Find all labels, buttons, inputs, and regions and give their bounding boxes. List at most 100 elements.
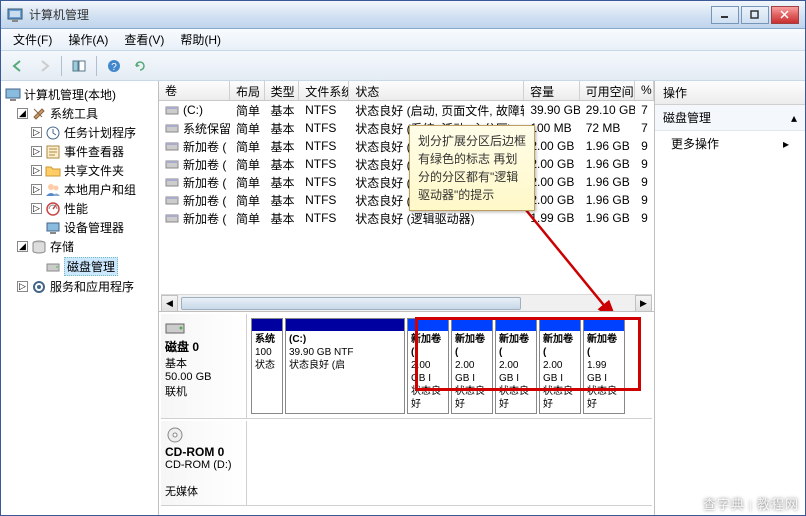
scroll-left-button[interactable]: ◀ [161, 295, 178, 311]
volume-row[interactable]: 新加卷 (简单基本NTFS状态良好 (逻辑驱动器)2.00 GB1.96 GB9 [159, 137, 654, 155]
expand-icon[interactable]: ▷ [17, 281, 28, 292]
actions-more[interactable]: 更多操作 ▸ [655, 131, 805, 156]
volume-icon [165, 103, 179, 117]
cdrom-status: 无媒体 [165, 486, 198, 498]
partition[interactable]: 新加卷 (2.00 GB I状态良好 [539, 318, 581, 414]
actions-group[interactable]: 磁盘管理 ▴ [655, 105, 805, 131]
disk-status: 联机 [165, 386, 187, 398]
toolbar: ? [1, 51, 805, 81]
expand-icon[interactable]: ▷ [31, 184, 42, 195]
svg-text:?: ? [111, 62, 117, 73]
partition-header [286, 319, 404, 331]
partition[interactable]: 新加卷 (2.00 GB I状态良好 [451, 318, 493, 414]
menubar: 文件(F) 操作(A) 查看(V) 帮助(H) [1, 29, 805, 51]
partition[interactable]: 新加卷 (2.00 GB I状态良好 [495, 318, 537, 414]
forward-button[interactable] [33, 55, 55, 77]
help-button[interactable]: ? [103, 55, 125, 77]
tree-local-users[interactable]: ▷ 本地用户和组 [3, 180, 156, 199]
volume-row[interactable]: (C:)简单基本NTFS状态良好 (启动, 页面文件, 故障转储, 主分区)39… [159, 101, 654, 119]
disk-icon [165, 320, 185, 336]
col-layout[interactable]: 布局 [230, 81, 265, 100]
volume-icon [165, 139, 179, 153]
services-icon [31, 279, 47, 295]
app-icon [7, 7, 23, 23]
disk-graphic-area: 磁盘 0 基本 50.00 GB 联机 系统100状态(C:)39.90 GB … [159, 311, 654, 515]
menu-help[interactable]: 帮助(H) [172, 29, 229, 50]
tree-device-manager[interactable]: 设备管理器 [3, 218, 156, 237]
watermark: 查字典 | 教程网 [703, 494, 799, 513]
disk-0-block: 磁盘 0 基本 50.00 GB 联机 系统100状态(C:)39.90 GB … [161, 314, 652, 419]
volume-row[interactable]: 系统保留简单基本NTFS状态良好 (系统, 活动, 主分区)100 MB72 M… [159, 119, 654, 137]
back-button[interactable] [7, 55, 29, 77]
tree-performance[interactable]: ▷ 性能 [3, 199, 156, 218]
volume-icon [165, 157, 179, 171]
tree-disk-management[interactable]: 磁盘管理 [3, 256, 156, 277]
col-capacity[interactable]: 容量 [524, 81, 579, 100]
tree-shared-folders[interactable]: ▷ 共享文件夹 [3, 161, 156, 180]
disk-type: 基本 [165, 358, 187, 370]
partition[interactable]: (C:)39.90 GB NTF状态良好 (启 [285, 318, 405, 414]
tree-panel: 计算机管理(本地) ◢ 系统工具 ▷ 任务计划程序 ▷ 事件查看器 ▷ 共享文件… [1, 81, 159, 515]
scroll-thumb[interactable] [181, 297, 521, 310]
col-type[interactable]: 类型 [265, 81, 300, 100]
folder-icon [45, 163, 61, 179]
disk-0-header[interactable]: 磁盘 0 基本 50.00 GB 联机 [161, 314, 247, 418]
cdrom-icon [165, 427, 185, 443]
close-button[interactable] [771, 6, 799, 24]
partition[interactable]: 系统100状态 [251, 318, 283, 414]
partition-header [452, 319, 492, 331]
volume-row[interactable]: 新加卷 (简单基本NTFS状态良好 (逻辑驱动器)2.00 GB1.96 GB9 [159, 173, 654, 191]
computer-icon [5, 87, 21, 103]
tree-storage[interactable]: ◢ 存储 [3, 237, 156, 256]
partition-header [540, 319, 580, 331]
col-filesystem[interactable]: 文件系统 [299, 81, 349, 100]
tree-event-viewer[interactable]: ▷ 事件查看器 [3, 142, 156, 161]
partition-header [252, 319, 282, 331]
partition[interactable]: 新加卷 (2.00 GB I状态良好 [407, 318, 449, 414]
show-hide-button[interactable] [68, 55, 90, 77]
menu-action[interactable]: 操作(A) [60, 29, 116, 50]
disk-0-partitions: 系统100状态(C:)39.90 GB NTF状态良好 (启新加卷 (2.00 … [247, 314, 652, 418]
minimize-button[interactable] [711, 6, 739, 24]
col-volume[interactable]: 卷 [159, 81, 230, 100]
performance-icon [45, 201, 61, 217]
users-icon [45, 182, 61, 198]
content-area: 计算机管理(本地) ◢ 系统工具 ▷ 任务计划程序 ▷ 事件查看器 ▷ 共享文件… [1, 81, 805, 515]
titlebar: 计算机管理 [1, 1, 805, 29]
volume-icon [165, 175, 179, 189]
cdrom-partitions [247, 421, 652, 505]
expand-icon[interactable]: ▷ [31, 203, 42, 214]
device-icon [45, 220, 61, 236]
main-panel: 卷 布局 类型 文件系统 状态 容量 可用空间 % (C:)简单基本NTFS状态… [159, 81, 655, 515]
disk-label: 磁盘 0 [165, 340, 199, 354]
expand-icon[interactable]: ▷ [31, 146, 42, 157]
tree-root[interactable]: 计算机管理(本地) [3, 85, 156, 104]
volume-row[interactable]: 新加卷 (简单基本NTFS状态良好 (逻辑驱动器)2.00 GB1.96 GB9 [159, 155, 654, 173]
storage-icon [31, 239, 47, 255]
expand-icon[interactable]: ▷ [31, 165, 42, 176]
disk-icon [45, 259, 61, 275]
disk-size: 50.00 GB [165, 371, 211, 383]
window-title: 计算机管理 [29, 6, 711, 23]
scroll-right-button[interactable]: ▶ [635, 295, 652, 311]
expand-icon[interactable]: ▷ [31, 127, 42, 138]
clock-icon [45, 125, 61, 141]
col-free[interactable]: 可用空间 [580, 81, 635, 100]
collapse-icon[interactable]: ◢ [17, 241, 28, 252]
tools-icon [31, 106, 47, 122]
tree-system-tools[interactable]: ◢ 系统工具 [3, 104, 156, 123]
menu-view[interactable]: 查看(V) [116, 29, 172, 50]
refresh-button[interactable] [129, 55, 151, 77]
cdrom-header[interactable]: CD-ROM 0 CD-ROM (D:) 无媒体 [161, 421, 247, 505]
collapse-icon: ▴ [791, 111, 797, 125]
tree-task-scheduler[interactable]: ▷ 任务计划程序 [3, 123, 156, 142]
collapse-icon[interactable]: ◢ [17, 108, 28, 119]
tree-services[interactable]: ▷ 服务和应用程序 [3, 277, 156, 296]
cdrom-block: CD-ROM 0 CD-ROM (D:) 无媒体 [161, 421, 652, 506]
col-status[interactable]: 状态 [349, 81, 524, 100]
partition-header [496, 319, 536, 331]
menu-file[interactable]: 文件(F) [5, 29, 60, 50]
col-percent[interactable]: % [635, 81, 654, 100]
maximize-button[interactable] [741, 6, 769, 24]
partition[interactable]: 新加卷 (1.99 GB I状态良好 [583, 318, 625, 414]
